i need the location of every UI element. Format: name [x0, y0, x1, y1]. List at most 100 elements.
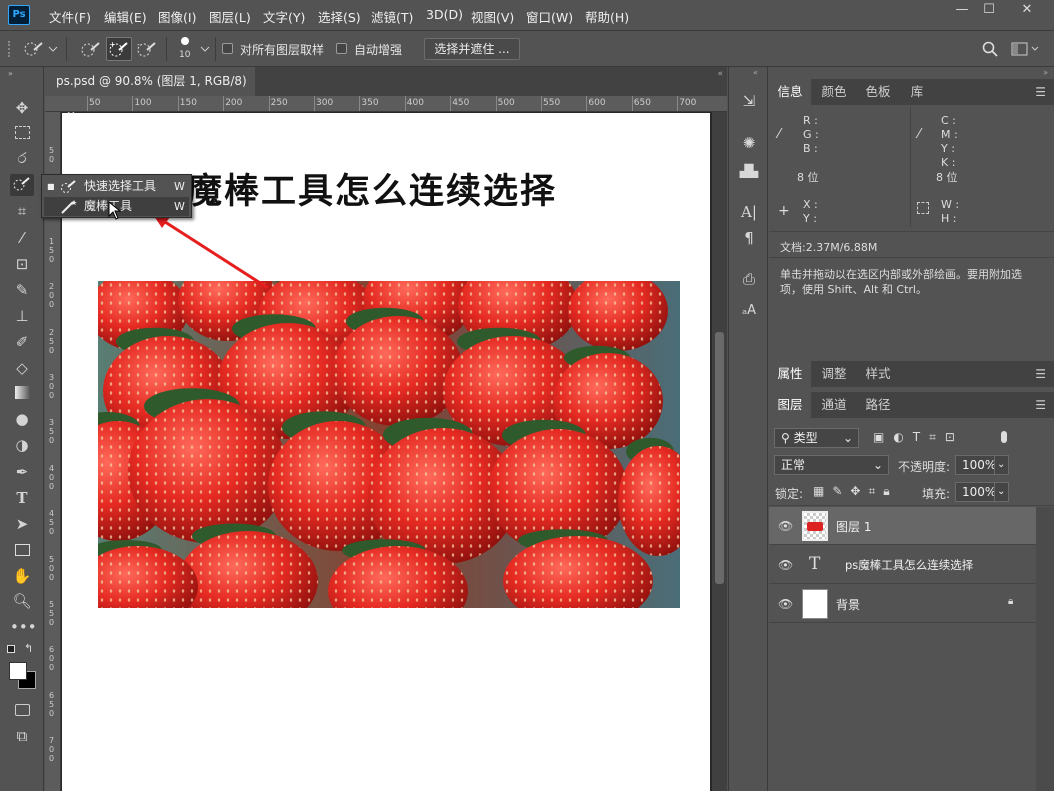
panel-menu-icon[interactable]: ☰ [1035, 367, 1046, 381]
collapse-panels-icon[interactable]: « [717, 69, 723, 79]
character-styles-icon[interactable]: ⎙ [737, 267, 761, 291]
new-selection-icon[interactable] [80, 40, 102, 58]
minimize-button[interactable]: — [950, 2, 974, 20]
lasso-tool-icon[interactable]: ර [10, 147, 34, 169]
panel-menu-icon[interactable]: ☰ [1035, 85, 1046, 99]
add-to-selection-icon[interactable]: + [108, 40, 130, 58]
menu-filter[interactable]: 滤镜(T) [371, 7, 413, 26]
collapse-toolbar-icon[interactable]: » [8, 69, 13, 78]
menu-select[interactable]: 选择(S) [318, 7, 361, 26]
layer-row-text[interactable]: 👁︎ T ps魔棒工具怎么连续选择 [769, 546, 1036, 584]
eyedropper-tool-icon[interactable]: ⁄ [10, 227, 34, 249]
flyout-item-quick-selection[interactable]: ■ 快速选择工具 W [44, 177, 189, 196]
scrollbar-thumb[interactable] [715, 332, 724, 584]
gradient-tool-icon[interactable] [10, 382, 34, 404]
more-tools-icon[interactable]: ••• [10, 616, 37, 638]
character-panel-icon[interactable]: A| [737, 200, 761, 224]
ruler-tick-label: 600 [588, 98, 606, 108]
menu-view[interactable]: 视图(V) [471, 7, 514, 26]
tab-layers[interactable]: 图层 [769, 392, 811, 418]
auto-enhance-label: 自动增强 [354, 43, 403, 57]
dodge-tool-icon[interactable]: ◑ [10, 434, 34, 456]
paragraph-panel-icon[interactable]: ¶ [737, 226, 761, 250]
eraser-tool-icon[interactable]: ◇ [10, 357, 34, 379]
tab-styles[interactable]: 样式 [857, 361, 899, 387]
sample-all-layers-checkbox[interactable] [222, 43, 233, 54]
blur-tool-icon[interactable]: ● [10, 408, 34, 430]
panel-menu-icon[interactable]: ☰ [1035, 398, 1046, 412]
layers-scrollbar[interactable] [1036, 507, 1054, 791]
menu-edit[interactable]: 编辑(E) [104, 7, 147, 26]
default-colors-icon[interactable] [7, 645, 15, 653]
quick-mask-icon[interactable] [10, 699, 34, 721]
tab-paths[interactable]: 路径 [857, 392, 899, 418]
crop-tool-icon[interactable]: ⌗ [10, 200, 34, 222]
clone-stamp-tool-icon[interactable]: ⊥ [10, 305, 34, 327]
tab-info[interactable]: 信息 [769, 79, 811, 105]
brush-tool-icon[interactable]: ✎ [10, 279, 34, 301]
photoshop-logo-icon: Ps [8, 5, 30, 25]
grip-handle[interactable] [8, 41, 11, 57]
menu-3d[interactable]: 3D(D) [426, 7, 463, 22]
subtract-from-selection-icon[interactable]: - [136, 40, 158, 58]
lock-options-icons[interactable]: ▦✎✥⌗🔒︎ [813, 484, 898, 499]
opacity-dropdown-icon[interactable]: ⌄ [994, 455, 1009, 475]
menu-window[interactable]: 窗口(W) [526, 7, 573, 26]
visibility-eye-icon[interactable]: 👁︎ [778, 558, 793, 572]
menu-bar: Ps 文件(F) 编辑(E) 图像(I) 图层(L) 文字(Y) 选择(S) 滤… [0, 0, 1054, 31]
selection-size-icon [917, 202, 929, 214]
menu-file[interactable]: 文件(F) [49, 7, 91, 26]
layer-filter-dropdown[interactable]: ⚲ 类型 ⌄ [774, 428, 859, 448]
blend-mode-dropdown[interactable]: 正常 ⌄ [774, 455, 889, 475]
paragraph-styles-icon[interactable]: ₐA [737, 299, 761, 323]
search-icon[interactable] [982, 41, 998, 57]
path-selection-tool-icon[interactable]: ➤ [10, 513, 34, 535]
move-tool-icon[interactable]: ✥ [10, 97, 34, 119]
rectangle-tool-icon[interactable] [10, 539, 34, 561]
expand-dock-icon[interactable]: « [753, 68, 758, 77]
menu-layer[interactable]: 图层(L) [209, 7, 251, 26]
foreground-color-swatch[interactable] [9, 662, 27, 680]
type-tool-icon[interactable]: T [10, 487, 34, 509]
svg-text:+: + [109, 40, 116, 49]
document-tab[interactable]: ps.psd @ 90.8% (图层 1, RGB/8) × [45, 67, 255, 117]
tab-libraries[interactable]: 库 [899, 79, 935, 105]
brush-preview-icon[interactable] [181, 37, 189, 45]
auto-enhance-checkbox[interactable] [336, 43, 347, 54]
swap-colors-icon[interactable]: ↰ [24, 642, 33, 655]
pen-tool-icon[interactable]: ✒ [10, 461, 34, 483]
brush-dropdown-icon[interactable] [200, 45, 210, 53]
layer-filter-icons[interactable]: ▣◐T⌗⊡ [873, 430, 964, 445]
layer-row-layer1[interactable]: 👁︎ 图层 1 [769, 507, 1036, 545]
layer-row-background[interactable]: 👁︎ 背景 🔒︎ [769, 585, 1036, 623]
ruler-tick-label: 6 5 0 [49, 690, 55, 718]
close-window-button[interactable]: ✕ [1015, 2, 1039, 20]
visibility-eye-icon[interactable]: 👁︎ [778, 597, 793, 611]
tab-swatches[interactable]: 色板 [857, 79, 899, 105]
visibility-eye-icon[interactable]: 👁︎ [778, 519, 793, 533]
healing-brush-tool-icon[interactable]: ⊡ [10, 253, 34, 275]
tab-channels[interactable]: 通道 [813, 392, 855, 418]
hand-tool-icon[interactable]: ✋ [10, 565, 34, 587]
screen-mode-icon[interactable]: ⧉ [10, 725, 34, 747]
select-and-mask-button[interactable]: 选择并遮住 ... [424, 38, 520, 60]
navigator-panel-icon[interactable]: ✺ [737, 131, 761, 155]
tab-adjustments[interactable]: 调整 [813, 361, 855, 387]
history-brush-tool-icon[interactable]: ✐ [10, 331, 34, 353]
tab-properties[interactable]: 属性 [769, 361, 811, 387]
tool-preset-picker-icon[interactable] [22, 40, 58, 58]
quick-selection-tool-icon[interactable] [10, 174, 34, 196]
collapse-right-icon[interactable]: » [1043, 68, 1048, 77]
histogram-panel-icon[interactable]: ▟▙ [737, 159, 761, 183]
restore-button[interactable]: ☐ [977, 2, 1001, 20]
menu-help[interactable]: 帮助(H) [585, 7, 629, 26]
marquee-tool-icon[interactable] [10, 122, 34, 144]
filter-toggle-icon[interactable] [1001, 431, 1007, 443]
tab-color[interactable]: 颜色 [813, 79, 855, 105]
menu-image[interactable]: 图像(I) [158, 7, 196, 26]
workspace-icon[interactable] [1011, 42, 1039, 56]
fill-dropdown-icon[interactable]: ⌄ [994, 482, 1009, 502]
history-panel-icon[interactable]: ⇲ [737, 89, 761, 113]
menu-type[interactable]: 文字(Y) [263, 7, 305, 26]
zoom-tool-icon[interactable]: 🔍︎ [10, 590, 34, 612]
